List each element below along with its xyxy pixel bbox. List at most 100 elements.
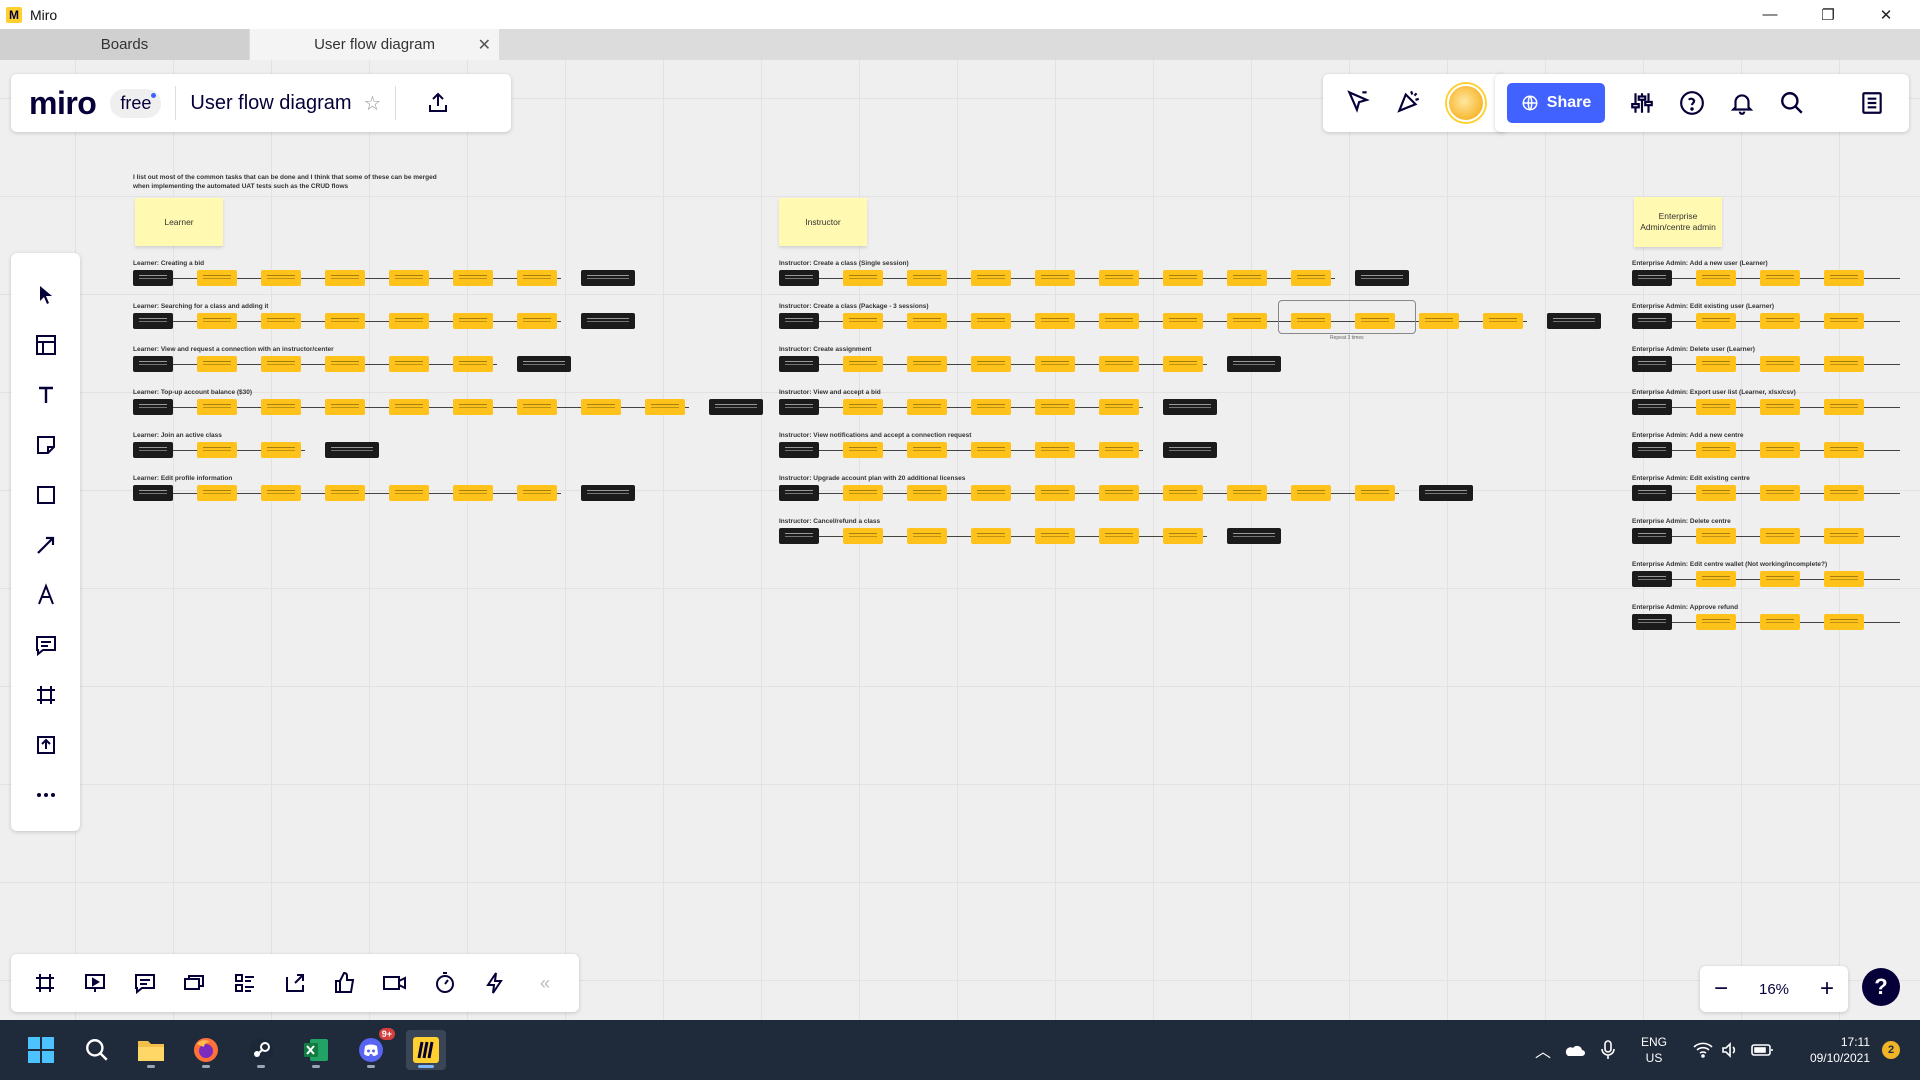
flow-step-node[interactable] [1824,356,1864,372]
flow-step-node[interactable] [1696,485,1736,501]
flow-title[interactable]: Instructor: Cancel/refund a class [779,518,880,525]
flow-title[interactable]: Enterprise Admin: Edit existing user (Le… [1632,303,1774,310]
collapse-toolbar-icon[interactable]: « [520,973,570,994]
flow-step-node[interactable] [907,485,947,501]
flow-step-node[interactable] [453,399,493,415]
share-button[interactable]: Share [1507,83,1605,123]
close-window-button[interactable]: ✕ [1858,0,1914,29]
flow-step-node[interactable] [581,399,621,415]
flow-title[interactable]: Instructor: Create assignment [779,346,871,353]
upload-icon[interactable] [11,723,80,767]
flow-start-node[interactable] [779,485,819,501]
flow-step-node[interactable] [261,485,301,501]
timer-icon[interactable] [420,961,470,1005]
flow-step-node[interactable] [1163,270,1203,286]
flow-step-node[interactable] [645,399,685,415]
flow-step-node[interactable] [971,399,1011,415]
flow-step-node[interactable] [1824,528,1864,544]
flow-step-node[interactable] [971,356,1011,372]
excel-icon[interactable] [296,1030,336,1070]
lightning-icon[interactable] [470,961,520,1005]
flow-start-node[interactable] [133,399,173,415]
flow-step-node[interactable] [1163,356,1203,372]
show-hidden-icons[interactable]: ︿ [1535,1020,1551,1080]
microphone-icon[interactable] [1601,1020,1615,1080]
board-name[interactable]: User flow diagram [190,92,351,115]
flow-step-node[interactable] [971,442,1011,458]
flow-step-node[interactable] [1099,485,1139,501]
flow-step-node[interactable] [1696,270,1736,286]
flow-step-node[interactable] [325,356,365,372]
flow-title[interactable]: Learner: Top-up account balance ($30) [133,389,252,396]
flow-step-node[interactable] [1760,399,1800,415]
flow-step-node[interactable] [1760,356,1800,372]
flow-title[interactable]: Enterprise Admin: Add a new user (Learne… [1632,260,1768,267]
sticky-note-icon[interactable] [11,423,80,467]
flow-end-node[interactable] [1547,313,1601,329]
flow-start-node[interactable] [133,356,173,372]
flow-step-node[interactable] [197,442,237,458]
flow-step-node[interactable] [1760,528,1800,544]
flow-step-node[interactable] [1824,270,1864,286]
sticky-learner[interactable]: Learner [135,198,223,246]
flow-title[interactable]: Enterprise Admin: Edit centre wallet (No… [1632,561,1827,568]
search-icon[interactable] [1767,83,1817,123]
flow-step-node[interactable] [1099,442,1139,458]
flow-step-node[interactable] [907,528,947,544]
flow-title[interactable]: Enterprise Admin: Delete user (Learner) [1632,346,1755,353]
flow-title[interactable]: Instructor: Upgrade account plan with 20… [779,475,965,482]
select-cursor-icon[interactable] [11,273,80,317]
flow-step-node[interactable] [325,270,365,286]
connection-line-icon[interactable] [11,523,80,567]
flow-step-node[interactable] [517,485,557,501]
flow-step-node[interactable] [1760,442,1800,458]
flow-step-node[interactable] [1824,485,1864,501]
flow-start-node[interactable] [133,485,173,501]
voting-thumbs-icon[interactable] [320,961,370,1005]
tab-user-flow-diagram[interactable]: User flow diagram ✕ [250,29,499,60]
flow-step-node[interactable] [1419,313,1459,329]
flow-step-node[interactable] [1035,270,1075,286]
board-list-icon[interactable] [1847,83,1897,123]
tab-boards[interactable]: Boards [0,29,249,60]
flow-step-node[interactable] [389,356,429,372]
flow-step-node[interactable] [843,270,883,286]
flow-step-node[interactable] [907,399,947,415]
flow-title[interactable]: Enterprise Admin: Delete centre [1632,518,1731,525]
flow-end-node[interactable] [581,270,635,286]
flow-end-node[interactable] [581,313,635,329]
flow-step-node[interactable] [1099,528,1139,544]
flow-title[interactable]: Learner: Join an active class [133,432,222,439]
flow-step-node[interactable] [261,442,301,458]
flow-step-node[interactable] [389,270,429,286]
flow-step-node[interactable] [517,399,557,415]
start-menu-icon[interactable] [21,1030,61,1070]
flow-step-node[interactable] [1696,313,1736,329]
flow-title[interactable]: Instructor: Create a class (Single sessi… [779,260,909,267]
flow-step-node[interactable] [843,313,883,329]
flow-step-node[interactable] [1760,614,1800,630]
steam-icon[interactable] [241,1030,281,1070]
flow-step-node[interactable] [843,528,883,544]
flow-step-node[interactable] [1760,313,1800,329]
flow-start-node[interactable] [1632,614,1672,630]
flow-step-node[interactable] [1163,485,1203,501]
shape-tool-icon[interactable] [11,473,80,517]
zoom-in-button[interactable]: + [1820,977,1834,1001]
flow-start-node[interactable] [1632,528,1672,544]
flow-step-node[interactable] [517,313,557,329]
flow-step-node[interactable] [1824,442,1864,458]
flow-title[interactable]: Enterprise Admin: Edit existing centre [1632,475,1750,482]
flow-step-node[interactable] [843,442,883,458]
flow-start-node[interactable] [1632,571,1672,587]
flow-step-node[interactable] [1035,356,1075,372]
flow-title[interactable]: Learner: Edit profile information [133,475,232,482]
flow-step-node[interactable] [1760,485,1800,501]
flow-step-node[interactable] [1355,485,1395,501]
flow-step-node[interactable] [1163,313,1203,329]
flow-step-node[interactable] [971,313,1011,329]
intro-note[interactable]: I list out most of the common tasks that… [133,174,453,192]
flow-step-node[interactable] [1227,485,1267,501]
flow-start-node[interactable] [779,356,819,372]
flow-step-node[interactable] [197,270,237,286]
